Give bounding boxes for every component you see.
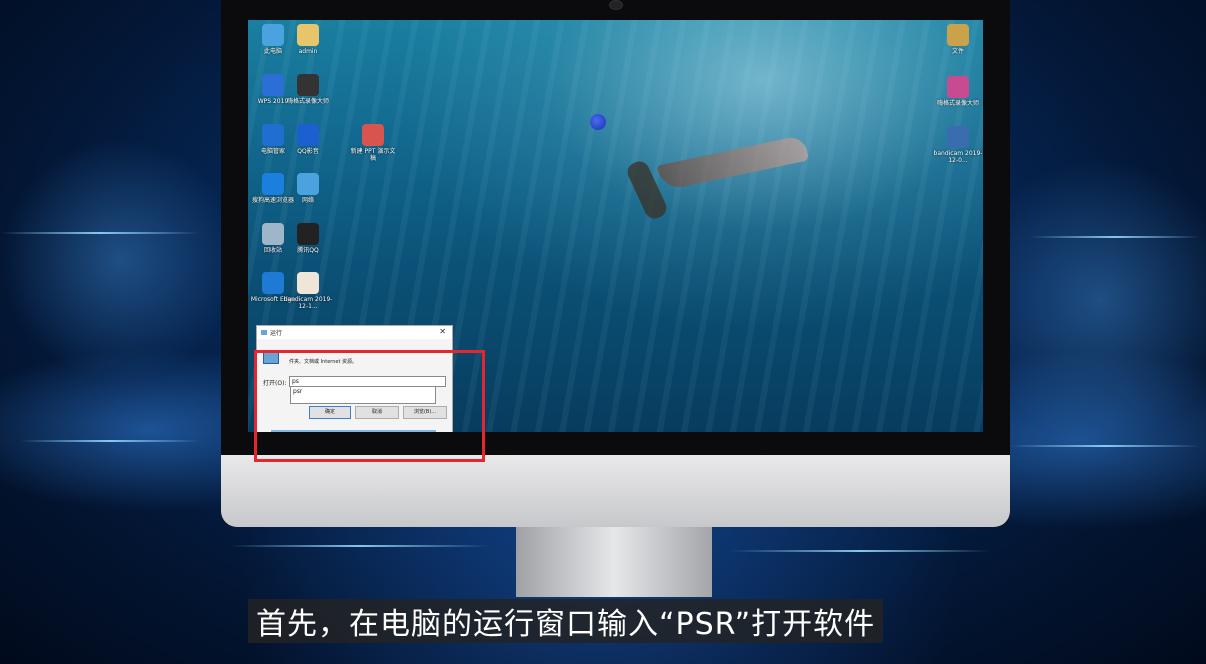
desktop-icon[interactable]: 网络 xyxy=(283,173,333,204)
desktop-icon[interactable]: QQ影音 xyxy=(283,124,333,155)
shield-icon xyxy=(262,124,284,146)
computer-icon xyxy=(262,24,284,46)
desktop-icon-label: 嗨格式录像大师 xyxy=(936,100,979,107)
desktop-icon[interactable]: 腾讯QQ xyxy=(283,223,333,254)
edge-icon xyxy=(262,272,284,294)
light-streak xyxy=(1010,445,1200,447)
video-file-icon xyxy=(947,76,969,98)
desktop-icon-label: 新建 PPT 演示文稿 xyxy=(350,148,396,162)
desktop-icon-label: QQ影音 xyxy=(297,148,319,155)
light-streak xyxy=(0,232,200,234)
recorder-icon xyxy=(297,74,319,96)
webcam xyxy=(609,0,623,10)
video-subtitle: 首先，在电脑的运行窗口输入“PSR”打开软件 xyxy=(248,599,884,643)
desktop-icon-label: 文件 xyxy=(951,48,964,55)
light-streak xyxy=(230,545,490,547)
sogou-browser-icon xyxy=(262,173,284,195)
desktop-icon[interactable]: 文件 xyxy=(933,24,983,55)
camera-icon xyxy=(947,126,969,148)
monitor-chin xyxy=(221,455,1010,527)
desktop-icon-label: admin xyxy=(298,48,318,55)
ppt-file-icon xyxy=(362,124,384,146)
desktop-icon[interactable]: 新建 PPT 演示文稿 xyxy=(348,124,398,162)
busy-cursor-icon xyxy=(590,114,606,130)
run-icon xyxy=(261,330,267,335)
desktop-icon-label: 网络 xyxy=(301,197,314,204)
run-dialog-titlebar[interactable]: 运行 ✕ xyxy=(257,326,452,339)
light-streak xyxy=(20,440,200,442)
desktop-icon-label: bandicam 2019-12-1... xyxy=(283,296,333,310)
wps-icon xyxy=(262,74,284,96)
desktop-icon-label: bandicam 2019-12-0... xyxy=(933,150,983,164)
recycle-bin-icon xyxy=(262,223,284,245)
user-folder-icon xyxy=(297,24,319,46)
monitor-stand xyxy=(516,527,712,597)
light-streak xyxy=(1030,236,1200,238)
desktop-icon[interactable]: bandicam 2019-12-0... xyxy=(933,126,983,164)
desktop-icon-label: 嗨格式录像大师 xyxy=(286,98,329,105)
qq-player-icon xyxy=(297,124,319,146)
light-streak xyxy=(730,550,990,552)
highlight-box xyxy=(254,350,485,462)
archive-icon xyxy=(947,24,969,46)
desktop-icon[interactable]: 嗨格式录像大师 xyxy=(283,74,333,105)
network-icon xyxy=(297,173,319,195)
desktop-icon-label: 腾讯QQ xyxy=(297,247,319,254)
desktop-icon[interactable]: admin xyxy=(283,24,333,55)
desktop-icon[interactable]: 嗨格式录像大师 xyxy=(933,76,983,107)
run-dialog-title: 运行 xyxy=(270,330,283,337)
close-icon[interactable]: ✕ xyxy=(439,327,446,336)
qq-penguin-icon xyxy=(297,223,319,245)
file-icon xyxy=(297,272,319,294)
desktop-icon[interactable]: bandicam 2019-12-1... xyxy=(283,272,333,310)
